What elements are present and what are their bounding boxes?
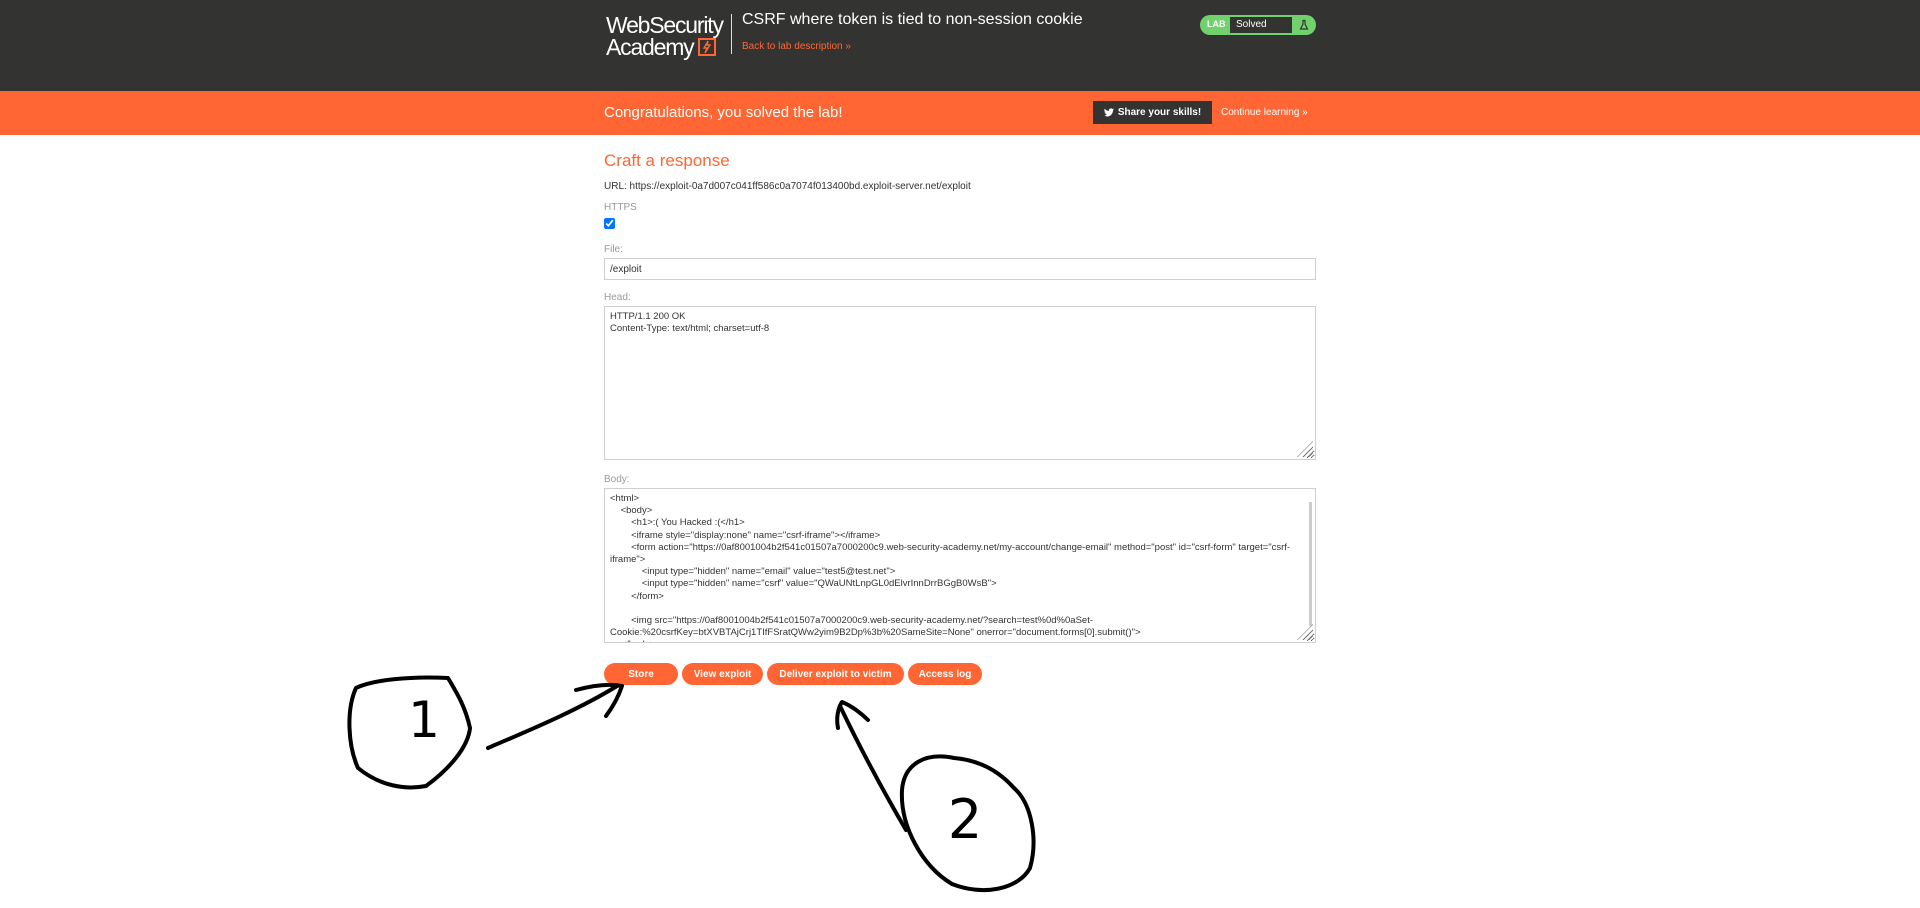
share-skills-label: Share your skills! [1117,107,1202,118]
head-textarea[interactable]: HTTP/1.1 200 OK Content-Type: text/html;… [604,306,1316,460]
file-input[interactable] [604,258,1316,280]
body-label: Body: [604,474,630,485]
body-textarea[interactable]: <html> <body> <h1>:( You Hacked :(</h1> … [604,488,1316,643]
twitter-icon [1103,108,1114,117]
back-to-lab-description-link[interactable]: Back to lab description » [742,41,851,52]
lightning-icon [698,38,716,56]
step-1-label: 1 [408,691,440,749]
exploit-url: URL: https://exploit-0a7d007c041ff586c0a… [604,181,971,192]
logo-line1: WebSecurity [606,12,724,38]
view-exploit-button[interactable]: View exploit [682,663,763,685]
flask-icon [1296,17,1312,33]
top-header: WebSecurity Academy CSRF where token is … [0,0,1920,91]
step-2-label: 2 [948,788,982,851]
web-security-academy-logo[interactable]: WebSecurity Academy [606,12,724,59]
logo-divider [731,14,732,54]
access-log-button[interactable]: Access log [908,663,982,685]
page-title: Craft a response [604,151,730,170]
lab-status-widget: LAB Solved [1200,15,1316,35]
lab-status-text: Solved [1230,17,1292,33]
store-button[interactable]: Store [604,663,678,685]
lab-badge: LAB [1207,19,1226,29]
deliver-exploit-button[interactable]: Deliver exploit to victim [767,663,904,685]
head-label: Head: [604,292,631,303]
continue-learning-link[interactable]: Continue learning » [1221,107,1308,118]
congratulations-message: Congratulations, you solved the lab! [604,104,843,121]
step-2-annotation [835,700,1036,892]
lab-title: CSRF where token is tied to non-session … [742,11,1083,28]
solved-banner: Congratulations, you solved the lab! Sha… [0,91,1920,135]
file-label: File: [604,244,623,255]
https-label: HTTPS [604,202,637,213]
step-1-annotation [347,675,624,790]
body-scrollbar[interactable] [1309,502,1312,626]
share-skills-button[interactable]: Share your skills! [1093,101,1212,124]
https-checkbox[interactable] [604,218,615,229]
